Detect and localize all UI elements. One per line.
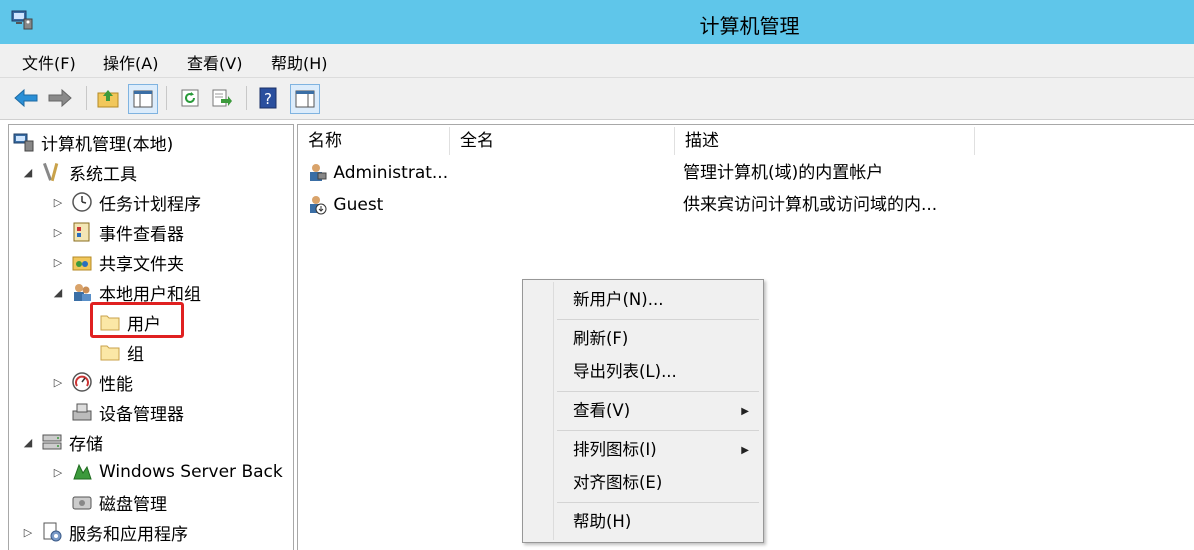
tree-label: 组 xyxy=(127,344,144,365)
up-folder-icon[interactable] xyxy=(94,84,122,112)
menu-item-label: 排列图标(I) xyxy=(573,440,657,459)
column-header-description[interactable]: 描述 xyxy=(675,127,975,155)
action-pane-icon[interactable] xyxy=(290,84,320,114)
menu-separator xyxy=(557,319,759,320)
shared-folder-icon xyxy=(72,256,92,271)
tree-item-disk-management[interactable]: 磁盘管理 xyxy=(71,488,167,516)
user-description: 管理计算机(域)的内置帐户 xyxy=(683,163,884,183)
services-icon xyxy=(43,522,62,542)
computer-management-icon xyxy=(13,133,34,152)
title-bar: 计算机管理 xyxy=(0,0,1194,44)
user-account-disabled-icon xyxy=(310,196,327,215)
event-viewer-icon xyxy=(73,222,90,242)
svg-text:?: ? xyxy=(264,90,272,108)
folder-icon xyxy=(100,345,120,361)
menu-item-refresh[interactable]: 刷新(F) xyxy=(573,327,753,351)
tree-item-performance[interactable]: ▷ 性能 xyxy=(51,368,133,396)
menu-help[interactable]: 帮助(H) xyxy=(271,50,328,74)
menu-item-help[interactable]: 帮助(H) xyxy=(573,510,753,534)
tree-label: 设备管理器 xyxy=(99,404,184,425)
help-icon[interactable]: ? xyxy=(254,84,282,112)
menu-item-view[interactable]: 查看(V) xyxy=(573,399,753,423)
menu-separator xyxy=(557,430,759,431)
menu-separator xyxy=(557,391,759,392)
user-description: 供来宾访问计算机或访问域的内... xyxy=(683,195,938,215)
collapse-arrow-icon[interactable]: ◢ xyxy=(51,286,65,299)
tree-item-windows-server-backup[interactable]: ▷ Windows Server Back xyxy=(51,458,283,486)
menu-item-align-icons[interactable]: 对齐图标(E) xyxy=(573,471,753,495)
disk-icon xyxy=(72,496,92,510)
tree-label: 计算机管理(本地) xyxy=(41,134,174,155)
menu-item-label: 查看(V) xyxy=(573,401,631,420)
submenu-arrow-icon: ▶ xyxy=(741,406,749,417)
menu-item-arrange-icons[interactable]: 排列图标(I) xyxy=(573,438,753,462)
expand-arrow-icon[interactable]: ▷ xyxy=(51,256,65,269)
refresh-icon[interactable] xyxy=(176,84,204,112)
menu-item-new-user[interactable]: 新用户(N)... xyxy=(573,288,753,312)
tree-item-services-apps[interactable]: ▷ 服务和应用程序 xyxy=(21,518,188,546)
tree-item-task-scheduler[interactable]: ▷ 任务计划程序 xyxy=(51,188,201,216)
context-menu: 新用户(N)... 刷新(F) 导出列表(L)... 查看(V) ▶ 排列图标(… xyxy=(522,279,764,543)
window-title: 计算机管理 xyxy=(699,14,800,38)
tree-label: 任务计划程序 xyxy=(99,194,201,215)
user-name: Guest xyxy=(333,195,384,215)
backup-icon xyxy=(73,463,92,480)
menu-item-export-list[interactable]: 导出列表(L)... xyxy=(573,360,753,384)
tree-label: 服务和应用程序 xyxy=(69,524,188,545)
tree-label: 共享文件夹 xyxy=(99,254,184,275)
tree-label: 事件查看器 xyxy=(99,224,184,245)
tree-item-computer-management[interactable]: 计算机管理(本地) xyxy=(13,128,173,156)
storage-icon xyxy=(42,434,62,450)
tree-label: 磁盘管理 xyxy=(99,494,167,515)
expand-arrow-icon[interactable]: ▷ xyxy=(51,376,65,389)
expand-arrow-icon[interactable]: ▷ xyxy=(51,226,65,239)
user-name: Administrat... xyxy=(333,163,449,183)
submenu-arrow-icon: ▶ xyxy=(741,445,749,456)
performance-gauge-icon xyxy=(72,372,92,392)
list-item-guest[interactable]: Guest xyxy=(306,191,383,219)
tree-item-shared-folders[interactable]: ▷ 共享文件夹 xyxy=(51,248,184,276)
expand-arrow-icon[interactable]: ▷ xyxy=(51,466,65,479)
export-list-icon[interactable] xyxy=(208,84,236,112)
tree-label: 存储 xyxy=(69,434,103,455)
back-arrow-icon[interactable] xyxy=(12,84,40,112)
menu-separator xyxy=(557,502,759,503)
tree-label: 系统工具 xyxy=(69,164,137,185)
tree-label: 性能 xyxy=(99,374,133,395)
menu-action[interactable]: 操作(A) xyxy=(103,50,158,74)
list-item-administrator[interactable]: Administrat... xyxy=(306,159,448,187)
tree-item-system-tools[interactable]: ◢ 系统工具 xyxy=(21,158,137,186)
collapse-arrow-icon[interactable]: ◢ xyxy=(21,166,35,179)
tools-icon xyxy=(42,162,59,182)
menu-bar: 文件(F) 操作(A) 查看(V) 帮助(H) xyxy=(0,44,1194,78)
column-header-fullname[interactable]: 全名 xyxy=(450,127,675,155)
column-header-name[interactable]: 名称 xyxy=(298,127,450,155)
tree-label: 本地用户和组 xyxy=(99,284,201,305)
clock-icon xyxy=(72,192,92,212)
tree-item-groups[interactable]: 组 xyxy=(99,338,144,366)
user-account-icon xyxy=(310,164,327,181)
collapse-arrow-icon[interactable]: ◢ xyxy=(21,436,35,449)
expand-arrow-icon[interactable]: ▷ xyxy=(21,526,35,539)
device-manager-icon xyxy=(72,403,92,421)
highlight-box xyxy=(90,302,184,338)
tree-label: Windows Server Back xyxy=(99,462,283,482)
show-hide-tree-icon[interactable] xyxy=(128,84,158,114)
tree-item-device-manager[interactable]: 设备管理器 xyxy=(71,398,184,426)
toolbar: ? xyxy=(0,78,1194,120)
tree-item-event-viewer[interactable]: ▷ 事件查看器 xyxy=(51,218,184,246)
expand-arrow-icon[interactable]: ▷ xyxy=(51,196,65,209)
users-group-icon xyxy=(74,284,91,301)
tree-item-storage[interactable]: ◢ 存储 xyxy=(21,428,103,456)
menu-file[interactable]: 文件(F) xyxy=(22,50,76,74)
menu-view[interactable]: 查看(V) xyxy=(187,50,242,74)
forward-arrow-icon[interactable] xyxy=(46,84,74,112)
